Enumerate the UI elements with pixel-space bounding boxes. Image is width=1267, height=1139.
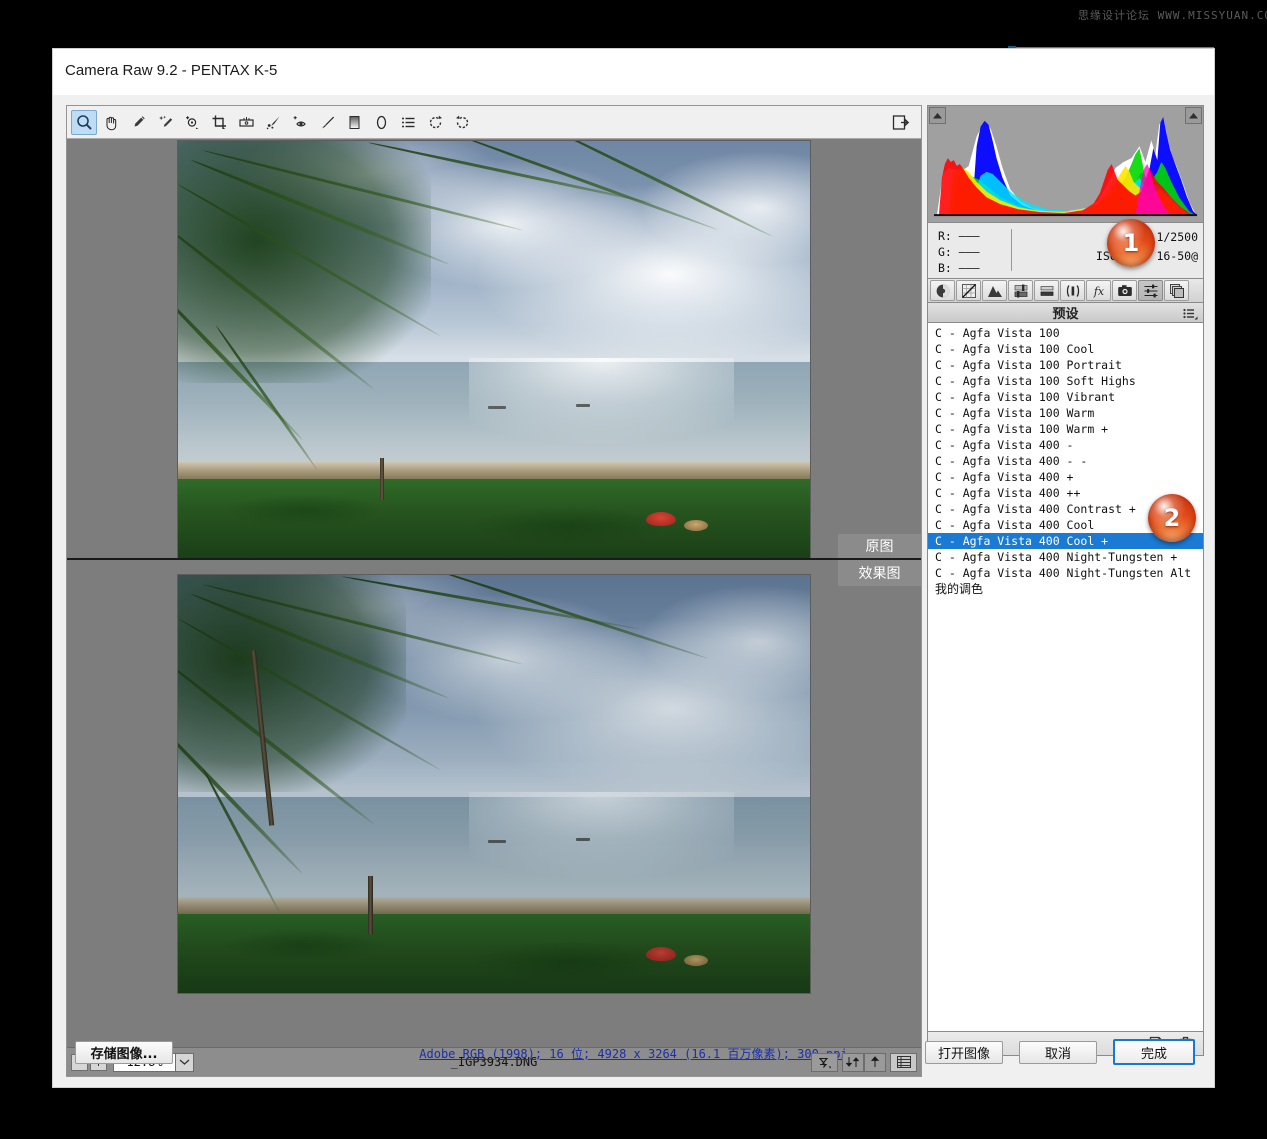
graduated-filter-tool[interactable] bbox=[341, 110, 367, 135]
tab-detail[interactable] bbox=[982, 280, 1007, 301]
targeted-adjustment-tool[interactable] bbox=[179, 110, 205, 135]
open-image-button[interactable]: 打开图像 bbox=[925, 1041, 1003, 1064]
camera-raw-window: Camera Raw 9.2 - PENTAX K-5 bbox=[52, 48, 1215, 1088]
presets-panel-header: 预设 bbox=[927, 303, 1204, 323]
hand-tool[interactable] bbox=[98, 110, 124, 135]
dialog-footer: 存储图像... Adobe RGB (1998); 16 位; 4928 x 3… bbox=[53, 1031, 1214, 1087]
presets-title: 预设 bbox=[1052, 303, 1078, 322]
preview-original[interactable] bbox=[67, 139, 921, 560]
upload-button[interactable] bbox=[864, 1053, 886, 1072]
b-label: B: bbox=[938, 261, 952, 275]
callout-badge-1: 1 bbox=[1107, 219, 1155, 267]
window-content: 原图 效果图 − + 12.8% _IGP3934.DNG bbox=[53, 95, 1214, 1087]
radial-filter-tool[interactable] bbox=[368, 110, 394, 135]
tab-tone-curve[interactable] bbox=[956, 280, 981, 301]
metadata-divider bbox=[1011, 229, 1012, 271]
red-eye-removal-tool[interactable] bbox=[287, 110, 313, 135]
white-balance-tool[interactable] bbox=[125, 110, 151, 135]
compare-tab-result[interactable]: 效果图 bbox=[838, 560, 921, 586]
preset-list-item[interactable]: C - Agfa Vista 100 Soft Highs bbox=[928, 373, 1203, 389]
tab-hsl-grayscale[interactable] bbox=[1008, 280, 1033, 301]
preset-list-item[interactable]: 我的调色 bbox=[928, 581, 1203, 597]
photo-ship-left bbox=[488, 406, 506, 409]
filmstrip-actions bbox=[811, 1053, 917, 1072]
tab-snapshots[interactable] bbox=[1164, 280, 1189, 301]
g-label: G: bbox=[938, 245, 952, 259]
sync-button[interactable] bbox=[842, 1053, 864, 1072]
color-sampler-tool[interactable] bbox=[152, 110, 178, 135]
photo-result bbox=[178, 575, 810, 993]
panel-tab-strip: fx bbox=[927, 279, 1204, 303]
image-pane: 原图 效果图 − + 12.8% _IGP3934.DNG bbox=[66, 105, 922, 1077]
window-titlebar: Camera Raw 9.2 - PENTAX K-5 bbox=[53, 49, 1214, 95]
tab-camera-calibration[interactable] bbox=[1112, 280, 1137, 301]
presets-menu-tool[interactable] bbox=[395, 110, 421, 135]
cancel-button[interactable]: 取消 bbox=[1019, 1041, 1097, 1064]
preset-list-item[interactable]: C - Agfa Vista 400 + bbox=[928, 469, 1203, 485]
preset-list-item[interactable]: C - Agfa Vista 400 - bbox=[928, 437, 1203, 453]
preset-list-item[interactable]: C - Agfa Vista 100 Portrait bbox=[928, 357, 1203, 373]
photo-red-hat bbox=[646, 512, 676, 526]
preview-area[interactable]: 原图 效果图 bbox=[67, 139, 921, 1047]
watermark: 思缘设计论坛 WWW.MISSYUAN.COM bbox=[1078, 7, 1267, 23]
metadata-readout: R: ——— G: ——— B: ——— f/101/2500 ISO 4001… bbox=[927, 223, 1204, 279]
screenshot-root: 思缘设计论坛 WWW.MISSYUAN.COM Camera Raw 9.2 -… bbox=[0, 0, 1267, 1139]
preset-list-item[interactable]: C - Agfa Vista 400 Night-Tungsten + bbox=[928, 549, 1203, 565]
filmstrip-button[interactable] bbox=[890, 1053, 917, 1072]
sync-buttons bbox=[842, 1053, 886, 1072]
tab-lens-corrections[interactable] bbox=[1060, 280, 1085, 301]
highlight-clipping-toggle[interactable] bbox=[1185, 107, 1202, 124]
photo-post bbox=[380, 458, 384, 500]
preset-list-item[interactable]: C - Agfa Vista 400 - - bbox=[928, 453, 1203, 469]
preset-list-item[interactable]: C - Agfa Vista 100 Vibrant bbox=[928, 389, 1203, 405]
photo-ship-right bbox=[576, 404, 590, 407]
preset-list-item[interactable]: C - Agfa Vista 400 Night-Tungsten Alt bbox=[928, 565, 1203, 581]
panel-menu-icon[interactable] bbox=[1183, 307, 1198, 325]
preset-list-item[interactable]: C - Agfa Vista 100 Cool bbox=[928, 341, 1203, 357]
tab-split-toning[interactable] bbox=[1034, 280, 1059, 301]
preset-list-item[interactable]: C - Agfa Vista 100 Warm + bbox=[928, 421, 1203, 437]
tab-basic[interactable] bbox=[930, 280, 955, 301]
shutter-value: 1/2500 bbox=[1156, 228, 1198, 247]
window-title: Camera Raw 9.2 - PENTAX K-5 bbox=[65, 62, 277, 79]
rgb-readout: R: ——— G: ——— B: ——— bbox=[938, 228, 980, 276]
g-value: ——— bbox=[959, 245, 980, 259]
tab-effects[interactable]: fx bbox=[1086, 280, 1111, 301]
zoom-tool[interactable] bbox=[71, 110, 97, 135]
toggle-filmstrip-button[interactable] bbox=[888, 110, 914, 135]
b-value: ——— bbox=[959, 261, 980, 275]
crop-tool[interactable] bbox=[206, 110, 232, 135]
preset-list-item[interactable]: C - Agfa Vista 100 bbox=[928, 325, 1203, 341]
photo-original bbox=[178, 141, 810, 558]
compare-tab-original[interactable]: 原图 bbox=[838, 534, 921, 560]
photo-cool-grade-overlay bbox=[178, 575, 810, 993]
spot-removal-tool[interactable] bbox=[260, 110, 286, 135]
photo-grass bbox=[178, 479, 810, 558]
svg-text:fx: fx bbox=[1092, 285, 1104, 298]
compare-tab-group: 原图 效果图 bbox=[838, 534, 921, 586]
r-label: R: bbox=[938, 229, 952, 243]
straighten-tool[interactable] bbox=[233, 110, 259, 135]
filter-button[interactable] bbox=[811, 1053, 838, 1072]
preview-result[interactable] bbox=[67, 562, 921, 1047]
r-value: ——— bbox=[959, 229, 980, 243]
photo-sun-glare bbox=[469, 358, 734, 475]
preset-list-item[interactable]: C - Agfa Vista 100 Warm bbox=[928, 405, 1203, 421]
rotate-cw-tool[interactable] bbox=[449, 110, 475, 135]
settings-pane: R: ——— G: ——— B: ——— f/101/2500 ISO 4001… bbox=[927, 105, 1204, 1077]
lens-value: 16-50@ bbox=[1156, 247, 1198, 266]
shadow-clipping-toggle[interactable] bbox=[929, 107, 946, 124]
tab-presets[interactable] bbox=[1138, 280, 1163, 301]
done-button[interactable]: 完成 bbox=[1113, 1039, 1195, 1065]
callout-badge-2: 2 bbox=[1148, 494, 1196, 542]
adjustment-brush-tool[interactable] bbox=[314, 110, 340, 135]
histogram-panel bbox=[927, 105, 1204, 223]
rotate-ccw-tool[interactable] bbox=[422, 110, 448, 135]
histogram-chart bbox=[929, 107, 1202, 221]
tool-strip bbox=[67, 106, 921, 139]
presets-list[interactable]: C - Agfa Vista 100C - Agfa Vista 100 Coo… bbox=[927, 323, 1204, 1032]
